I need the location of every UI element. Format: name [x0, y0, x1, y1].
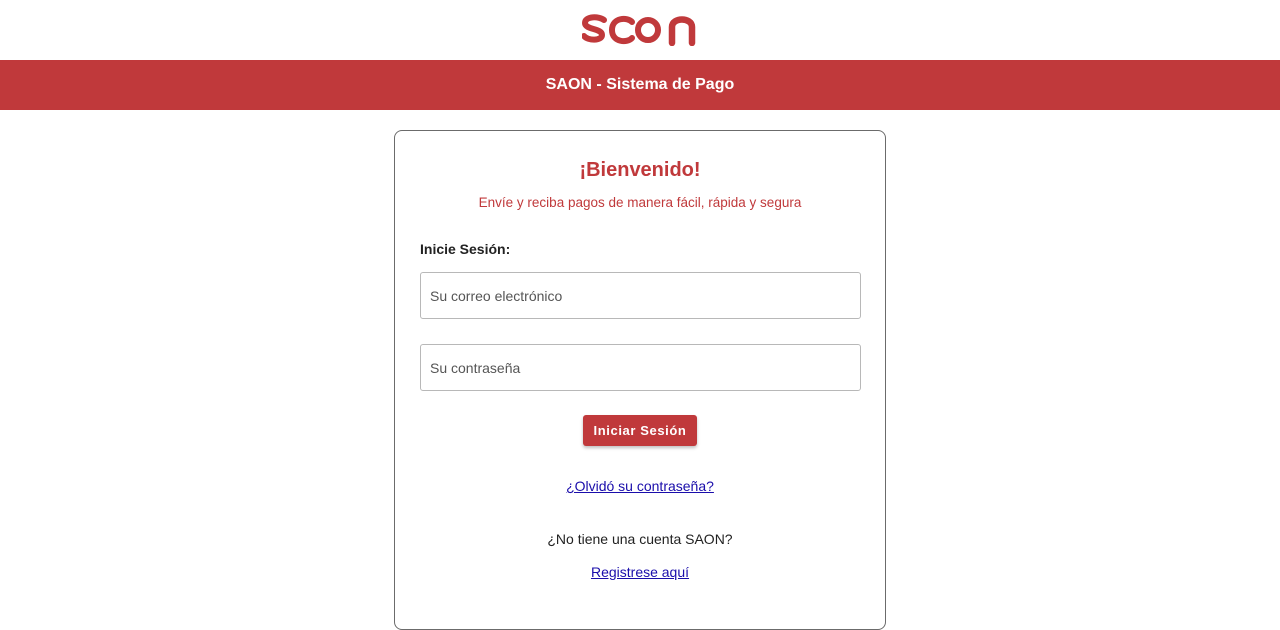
page-title: SAON - Sistema de Pago [545, 76, 735, 93]
register-link[interactable]: Registrese aquí [591, 564, 689, 580]
login-button[interactable]: Iniciar Sesión [583, 415, 697, 446]
login-section-label: Inicie Sesión: [420, 241, 511, 257]
password-field[interactable] [420, 344, 861, 391]
logo-bar: saon [0, 0, 1280, 60]
tagline: Envíe y reciba pagos de manera fácil, rá… [478, 195, 802, 210]
welcome-heading: ¡Bienvenido! [579, 159, 701, 181]
forgot-password-link[interactable]: ¿Olvidó su contraseña? [566, 478, 714, 494]
saon-logo[interactable]: saon [582, 14, 698, 46]
email-field[interactable] [420, 272, 861, 319]
login-card: ¡Bienvenido! Envíe y reciba pagos de man… [394, 130, 886, 630]
register-container: Registrese aquí [395, 564, 885, 580]
no-account-text: ¿No tiene una cuenta SAON? [547, 531, 733, 547]
title-bar: SAON - Sistema de Pago [0, 60, 1280, 110]
forgot-password-container: ¿Olvidó su contraseña? [395, 478, 885, 494]
